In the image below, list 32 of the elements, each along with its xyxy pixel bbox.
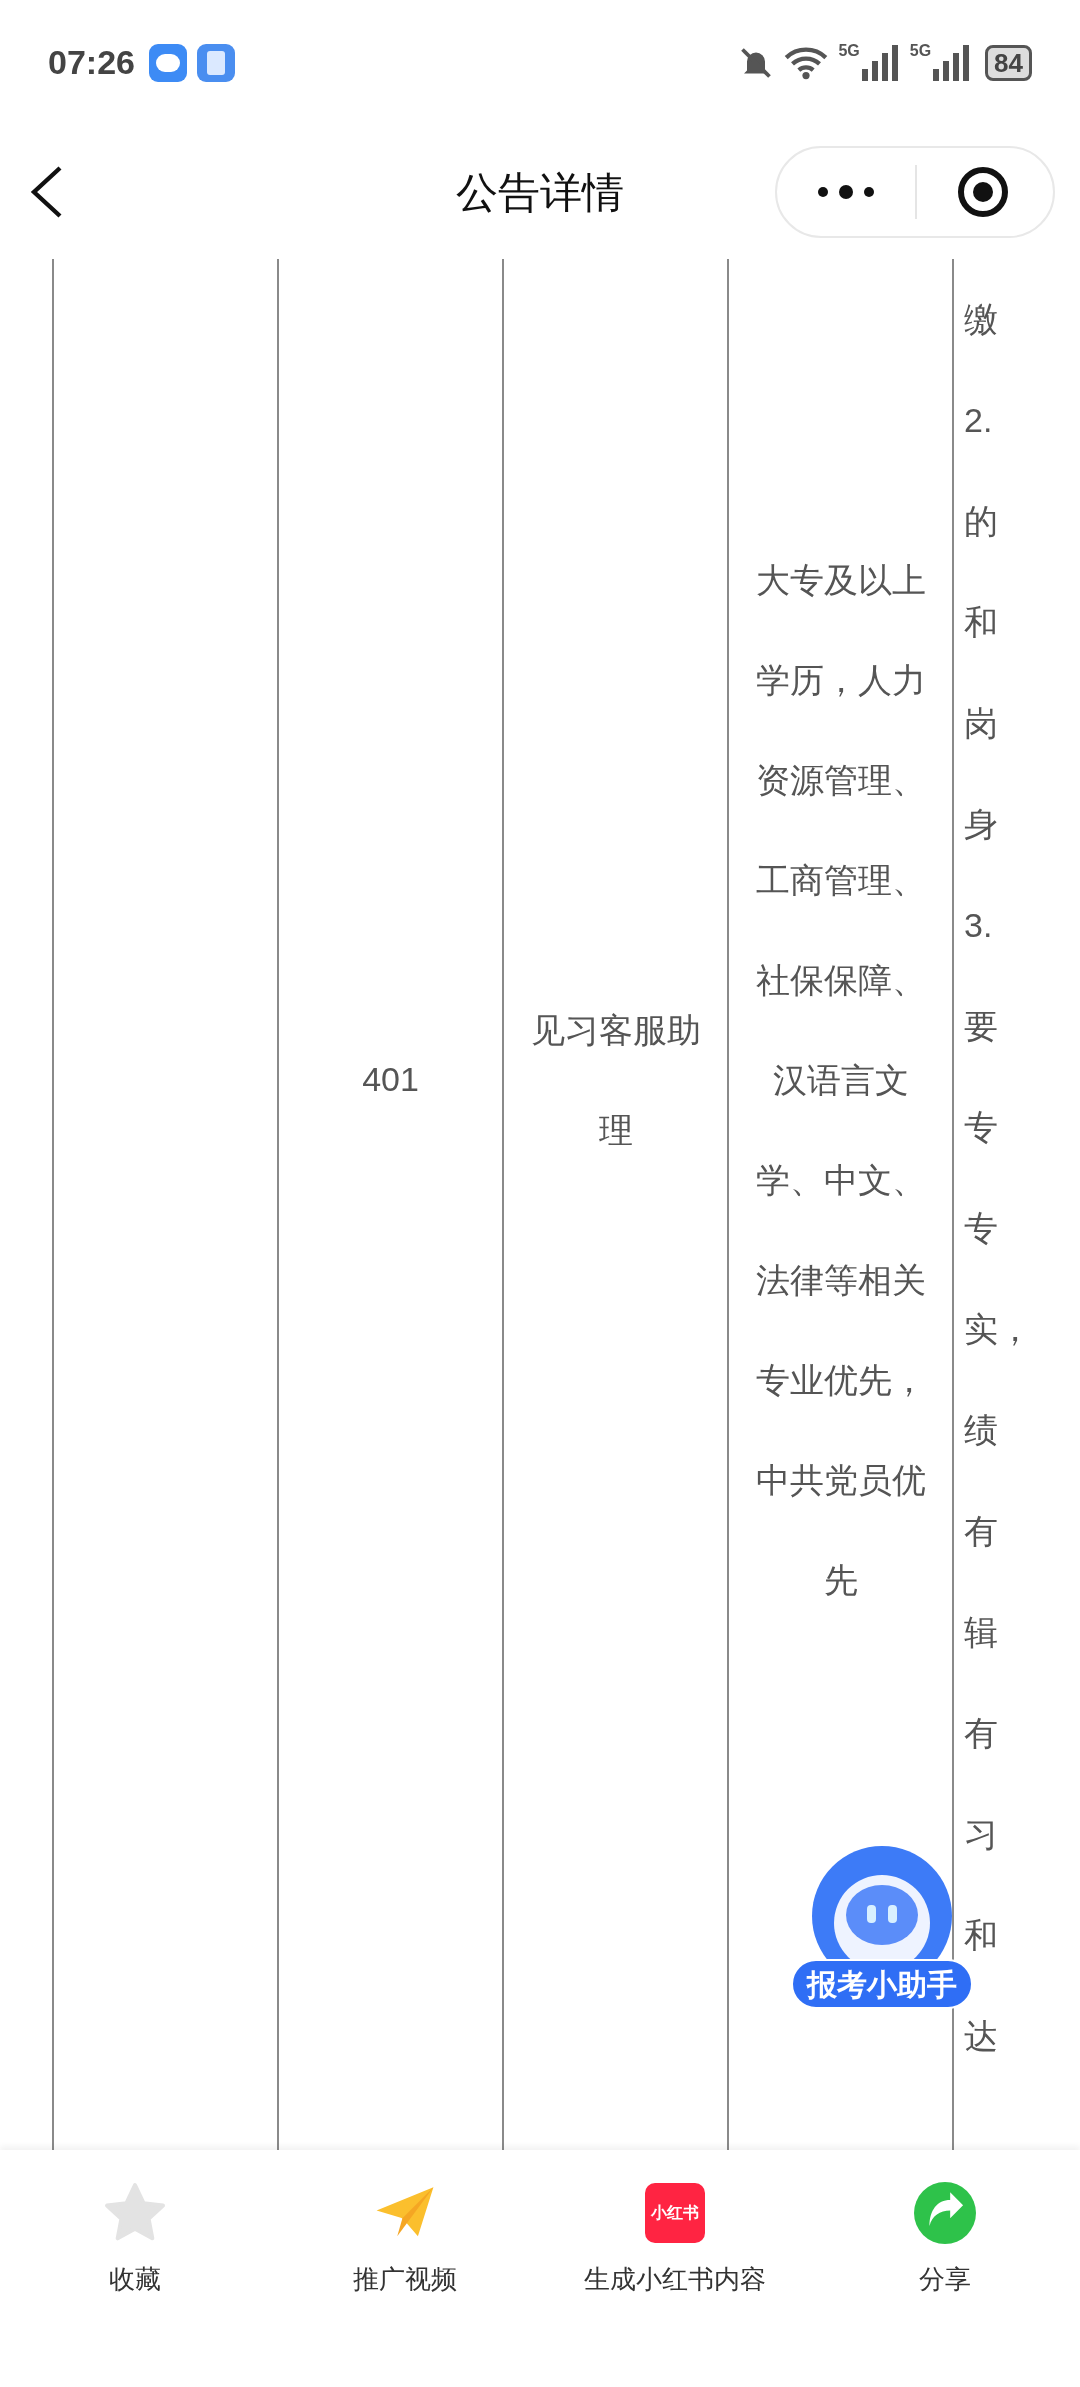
assistant-label[interactable]: 报考小助手 <box>791 1959 973 2009</box>
toolbar-button[interactable]: 分享 <box>810 2180 1080 2310</box>
table-cell-text: 和 <box>964 602 998 643</box>
table-cell-text: 和 <box>964 1915 998 1956</box>
battery-indicator: 84 <box>985 44 1032 81</box>
toolbar-button[interactable]: 推广视频 <box>270 2180 540 2310</box>
toolbar-button[interactable]: 收藏 <box>0 2180 270 2310</box>
table-cell-text: 辑 <box>964 1612 998 1653</box>
table-cell-text: 专 <box>964 1208 998 1249</box>
table-cell-text: 绩 <box>964 1410 998 1451</box>
table-cell-text: 身 <box>964 804 998 845</box>
table-cell-text: 习 <box>964 1814 998 1855</box>
toolbar-button[interactable]: 小红书 生成小红书内容 <box>540 2180 810 2310</box>
table-cell-text: 实， <box>964 1309 1032 1350</box>
page-title: 公告详情 <box>456 167 624 218</box>
network-type-label: 5G <box>838 42 860 59</box>
table-cell-text: 见习客服助理 <box>529 1009 702 1151</box>
table-cell-text: 大专及以上学历，人力资源管理、工商管理、社保保障、汉语言文学、中文、法律等相关专业优先，中共党员优先 <box>754 559 927 1601</box>
status-time: 07:26 <box>48 42 135 83</box>
table-cell-text: 有 <box>964 1511 998 1552</box>
table-cell-text: 缴 <box>964 299 998 340</box>
app-logo-icon: 小红书 <box>645 2183 705 2243</box>
table-cell-text: 达 <box>964 2016 998 2057</box>
table-cell-text: 有 <box>964 1713 998 1754</box>
network-type-label: 5G <box>909 42 932 59</box>
table-cell-text: 401 <box>362 1059 419 1100</box>
table-cell-text: 2. <box>964 400 993 441</box>
table-cell-text: 专 <box>964 1107 998 1148</box>
table-cell-text: 3. <box>964 905 993 946</box>
table-cell-text: 要 <box>964 1006 998 1047</box>
table-cell-text: 的 <box>964 501 998 542</box>
table-cell-text: 岗 <box>964 703 998 744</box>
